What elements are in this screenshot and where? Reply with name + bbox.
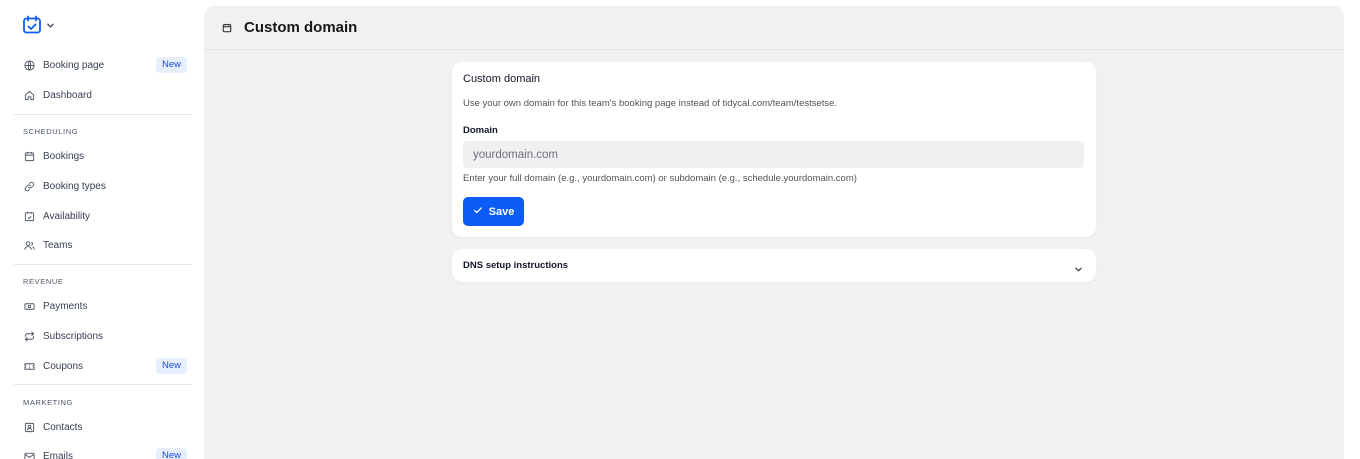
calendar-check-icon [24,211,35,222]
calendar-icon [222,23,232,33]
sidebar-item-label: Booking types [43,180,106,192]
save-button[interactable]: Save [463,197,524,226]
globe-icon [24,59,35,71]
sidebar-item-booking-page[interactable]: Booking page New [14,52,194,78]
sidebar-item-label: Emails [43,450,74,459]
chevron-down-icon [1074,261,1083,272]
sidebar-item-label: Coupons [43,360,84,372]
page-title: Custom domain [244,19,358,36]
domain-input[interactable] [463,141,1084,168]
section-label-marketing: MARKETING [23,398,73,407]
section-label-revenue: REVENUE [23,277,64,286]
sidebar-item-payments[interactable]: Payments [14,293,194,319]
users-icon [24,240,35,251]
sidebar-divider [14,264,192,265]
link-icon [24,181,35,192]
sidebar-item-availability[interactable]: Availability [14,203,194,229]
sidebar-divider [14,114,192,115]
sidebar-item-label: Dashboard [43,89,92,101]
home-icon [24,90,35,101]
section-label-scheduling: SCHEDULING [23,127,79,136]
sidebar-item-subscriptions[interactable]: Subscriptions [14,323,194,349]
calendar-icon [24,151,35,162]
sidebar-item-emails[interactable]: Emails New [14,443,194,459]
sidebar-item-dashboard[interactable]: Dashboard [14,82,194,108]
sidebar-item-contacts[interactable]: Contacts [14,414,194,440]
sidebar-item-label: Booking page [43,59,105,71]
sidebar-item-label: Bookings [43,150,85,162]
dns-instructions-title: DNS setup instructions [463,260,569,271]
check-icon [473,205,483,218]
sidebar-item-label: Availability [43,210,91,222]
sidebar-item-label: Teams [43,239,73,251]
sidebar-item-booking-types[interactable]: Booking types [14,173,194,199]
new-badge: New [155,358,187,374]
domain-field-label: Domain [463,125,498,136]
sidebar-divider [14,384,192,385]
dns-instructions-accordion[interactable]: DNS setup instructions [452,249,1096,282]
sidebar-item-label: Contacts [43,421,83,433]
card-title: Custom domain [463,73,541,85]
new-badge: New [155,448,187,459]
mail-icon [24,451,35,459]
save-button-label: Save [488,205,515,218]
sidebar-item-label: Subscriptions [43,330,104,342]
domain-help-text: Enter your full domain (e.g., yourdomain… [463,173,857,184]
sidebar-item-label: Payments [43,300,88,312]
sidebar: Booking page New Dashboard SCHEDULING Bo… [0,0,204,459]
custom-domain-card: Custom domain Use your own domain for th… [452,62,1096,237]
chevron-down-icon [46,21,55,30]
page-header: Custom domain [204,6,1344,50]
sidebar-item-bookings[interactable]: Bookings [14,143,194,169]
calendar-check-icon [22,15,42,35]
banknote-icon [24,301,35,312]
main-content: Custom domain Custom domain Use your own… [204,6,1344,459]
app-window: Booking page New Dashboard SCHEDULING Bo… [0,0,1360,459]
ticket-icon [24,361,35,372]
repeat-icon [24,330,35,342]
workspace-switcher[interactable] [22,15,55,35]
new-badge: New [155,57,187,73]
card-description: Use your own domain for this team's book… [463,98,838,109]
sidebar-item-coupons[interactable]: Coupons New [14,353,194,379]
sidebar-item-teams[interactable]: Teams [14,232,194,258]
contact-icon [24,422,35,433]
